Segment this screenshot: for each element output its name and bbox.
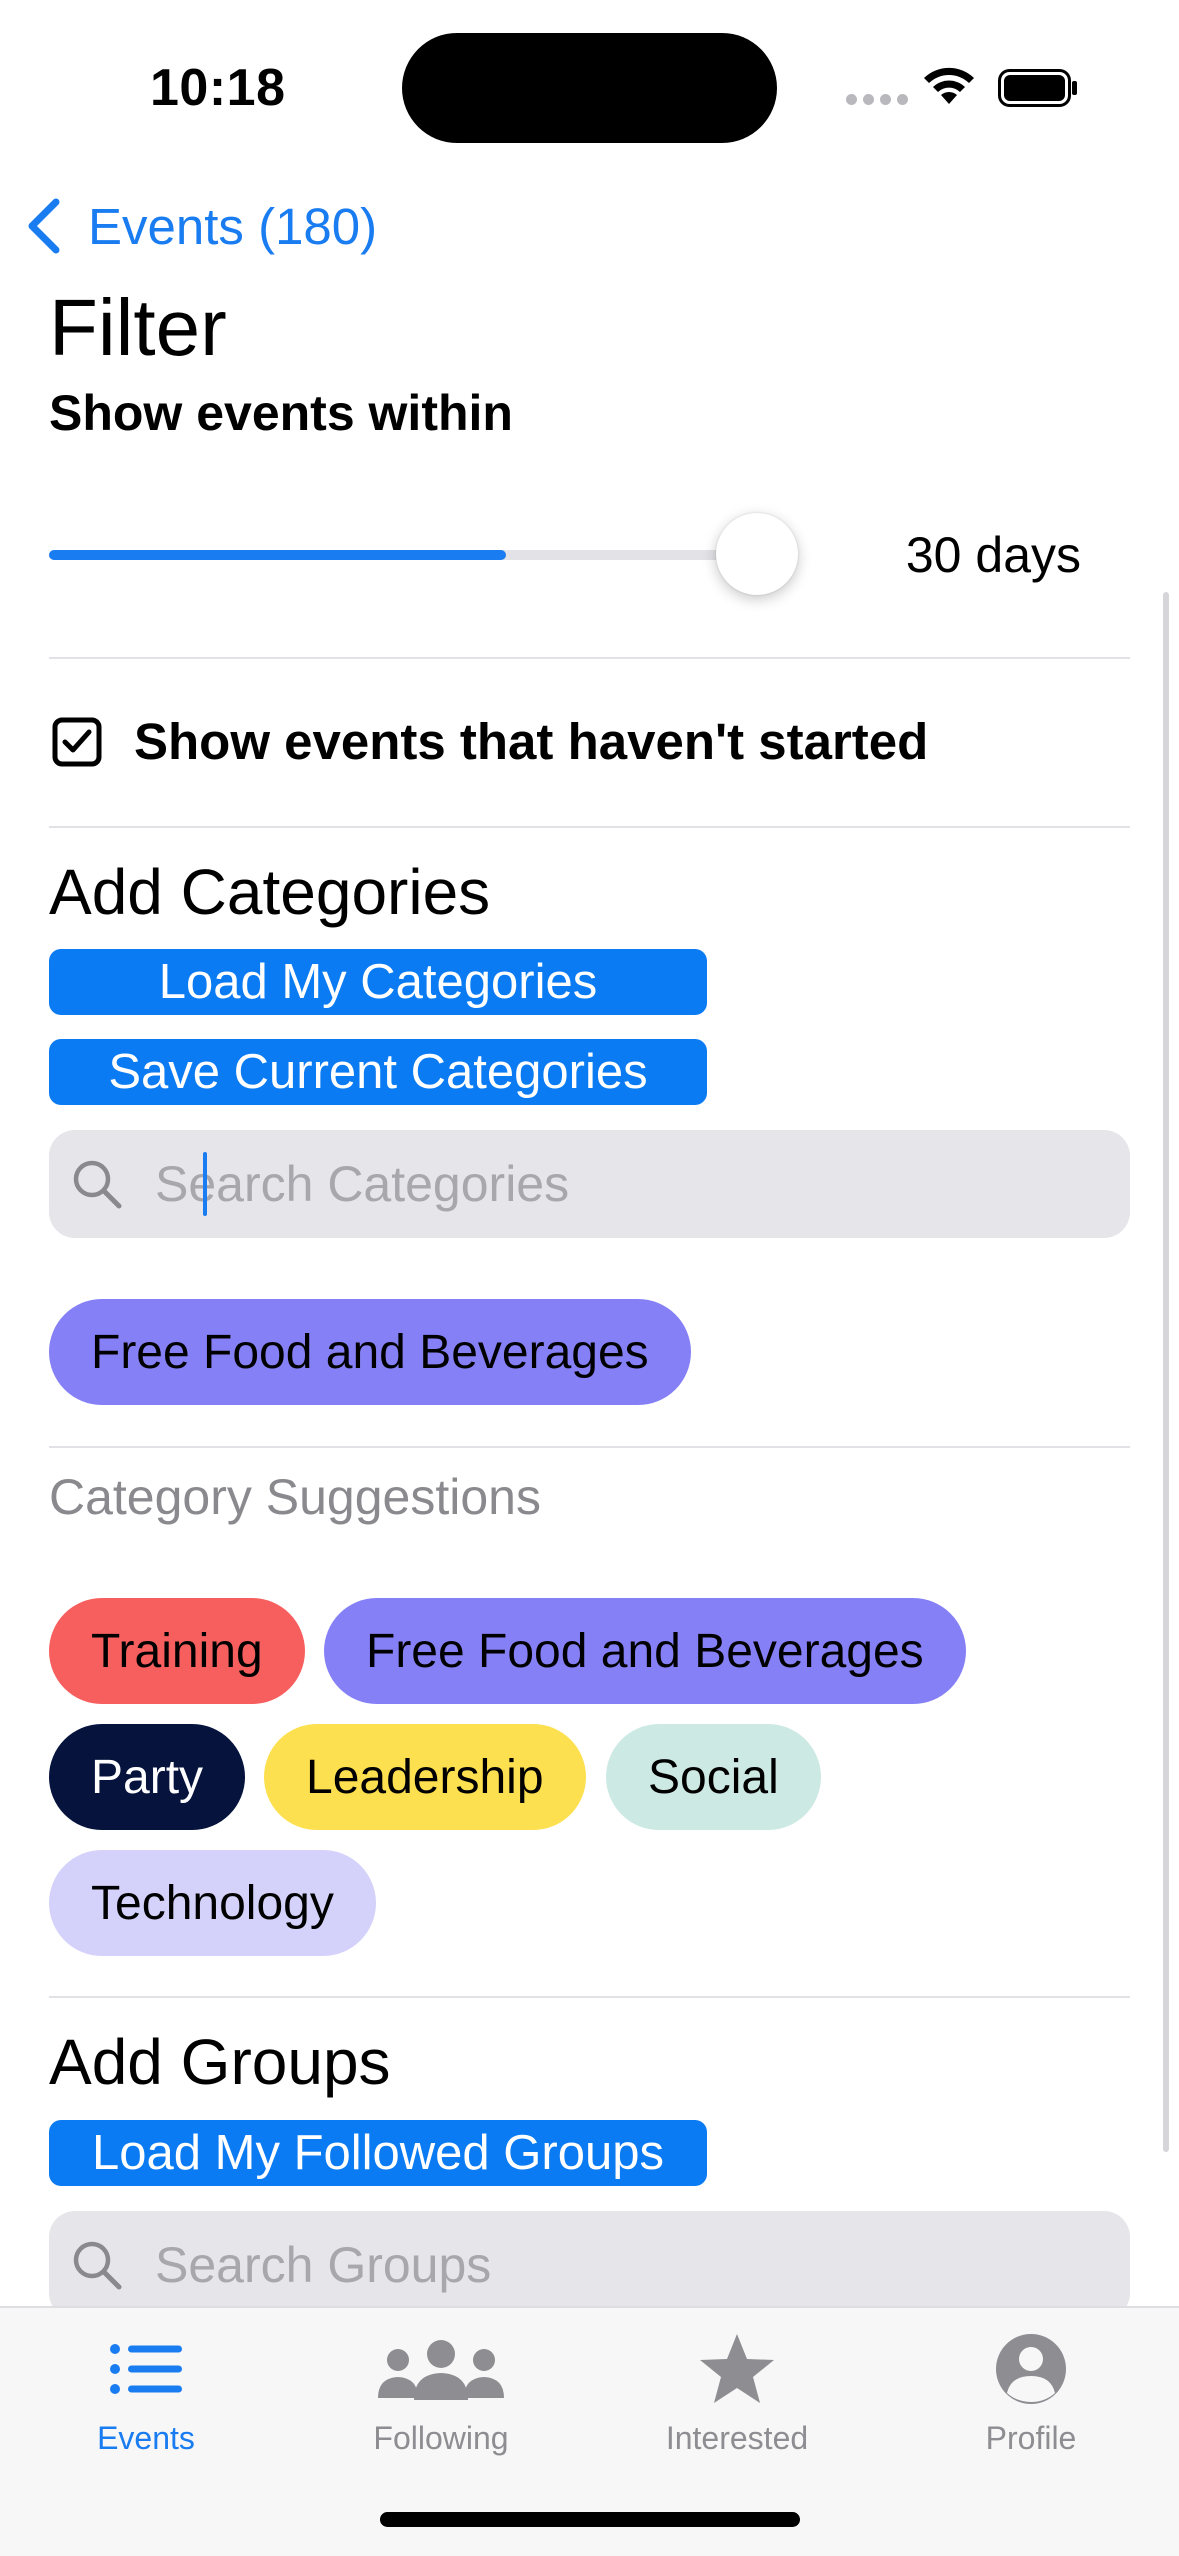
page-title: Filter xyxy=(49,283,227,372)
home-indicator[interactable] xyxy=(380,2512,800,2527)
search-groups-field[interactable] xyxy=(49,2211,1130,2319)
people-icon xyxy=(378,2340,504,2400)
person-circle-icon xyxy=(996,2334,1066,2404)
suggestion-chip-training[interactable]: Training xyxy=(49,1598,305,1704)
tab-following[interactable]: Following xyxy=(321,2308,561,2458)
days-slider-track[interactable] xyxy=(49,550,757,560)
tab-label: Following xyxy=(373,2420,509,2456)
days-slider-thumb[interactable] xyxy=(716,513,798,595)
days-slider-value: 30 days xyxy=(905,527,1081,583)
search-categories-input[interactable] xyxy=(155,1155,1055,1213)
tab-events[interactable]: Events xyxy=(26,2308,266,2458)
suggestion-chip-technology[interactable]: Technology xyxy=(49,1850,376,1956)
list-icon xyxy=(110,2344,182,2394)
tab-label: Events xyxy=(97,2420,195,2456)
show-events-within-label: Show events within xyxy=(49,385,513,441)
divider xyxy=(49,1446,1130,1448)
show-not-started-label: Show events that haven't started xyxy=(134,713,929,770)
status-time: 10:18 xyxy=(150,59,286,117)
category-suggestions-heading: Category Suggestions xyxy=(49,1469,541,1525)
search-categories-field[interactable] xyxy=(49,1130,1130,1238)
divider xyxy=(49,1996,1130,1998)
chip-label: Free Food and Beverages xyxy=(91,1325,649,1379)
search-icon xyxy=(73,1160,122,1209)
chevron-left-icon xyxy=(28,198,60,254)
chip-label: Party xyxy=(91,1750,204,1804)
save-current-categories-button[interactable]: Save Current Categories xyxy=(49,1039,707,1105)
tab-interested[interactable]: Interested xyxy=(617,2308,857,2458)
load-followed-groups-button[interactable]: Load My Followed Groups xyxy=(49,2120,707,2186)
cellular-signal-icon xyxy=(846,94,908,105)
selected-category-chip[interactable]: Free Food and Beverages xyxy=(49,1299,691,1405)
chip-label: Technology xyxy=(91,1876,334,1930)
days-slider-fill xyxy=(49,550,506,560)
chip-label: Social xyxy=(648,1750,779,1804)
load-my-categories-button[interactable]: Load My Categories xyxy=(49,949,707,1015)
chip-label: Free Food and Beverages xyxy=(366,1624,924,1678)
dynamic-island xyxy=(402,33,777,143)
checkbox-checked-icon[interactable] xyxy=(52,717,102,767)
chip-label: Leadership xyxy=(306,1750,544,1804)
back-button[interactable]: Events (180) xyxy=(26,196,377,256)
text-cursor xyxy=(203,1152,207,1216)
battery-icon xyxy=(998,69,1077,107)
add-categories-heading: Add Categories xyxy=(49,856,491,928)
suggestion-chip-social[interactable]: Social xyxy=(606,1724,821,1830)
divider xyxy=(49,826,1130,828)
search-groups-input[interactable] xyxy=(155,2236,1055,2294)
suggestion-chip-free-food[interactable]: Free Food and Beverages xyxy=(324,1598,966,1704)
suggestion-chip-party[interactable]: Party xyxy=(49,1724,246,1830)
back-button-label: Events (180) xyxy=(88,197,378,255)
wifi-icon xyxy=(924,67,974,104)
suggestion-chip-leadership[interactable]: Leadership xyxy=(264,1724,586,1830)
tab-label: Profile xyxy=(985,2420,1077,2456)
search-icon xyxy=(73,2241,122,2290)
star-icon xyxy=(700,2334,774,2403)
add-groups-heading: Add Groups xyxy=(49,2026,391,2098)
filter-screen: 10:18 Events (180) Filter Show events wi… xyxy=(0,0,1179,2556)
tab-label: Interested xyxy=(665,2420,809,2456)
scroll-indicator[interactable] xyxy=(1163,592,1169,2152)
divider xyxy=(49,657,1130,659)
show-not-started-toggle[interactable]: Show events that haven't started xyxy=(52,712,928,771)
tab-profile[interactable]: Profile xyxy=(911,2308,1151,2458)
chip-label: Training xyxy=(91,1624,263,1678)
